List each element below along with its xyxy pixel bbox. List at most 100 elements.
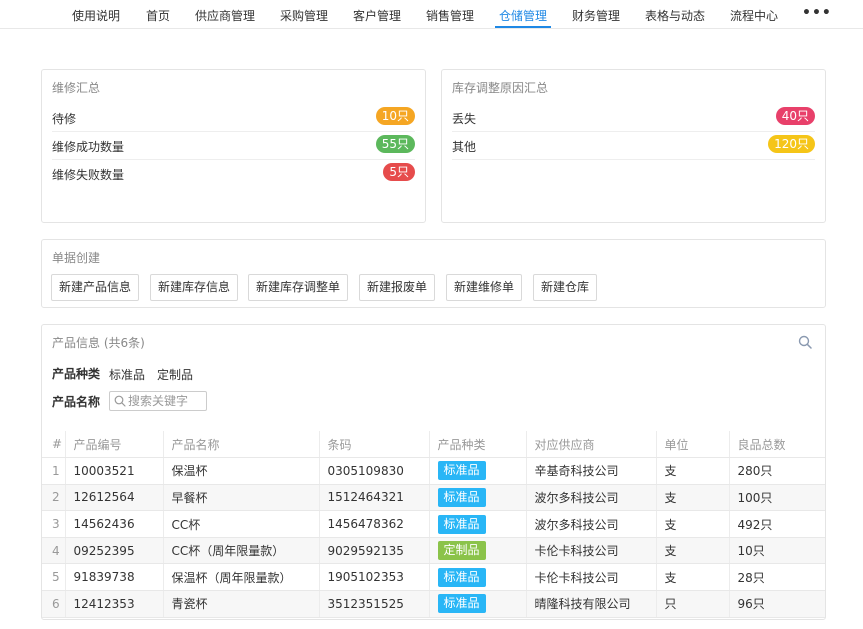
table-row[interactable]: 6 12412353 青瓷杯 3512351525 标准品 晴隆科技有限公司只 96只: [42, 590, 825, 618]
barcode-cell: 1905102353: [319, 563, 430, 592]
nav-item-finance[interactable]: 财务管理: [572, 7, 620, 24]
repair-count-badge: 5只: [383, 163, 415, 181]
repair-label: 维修成功数量: [52, 140, 125, 154]
nav-item-supplier[interactable]: 供应商管理: [195, 7, 255, 24]
nav-item-usage[interactable]: 使用说明: [72, 7, 120, 24]
table-row[interactable]: 3 14562436 CC杯 1456478362 标准品 波尔多科技公司支 492只: [42, 510, 825, 538]
repair-count-badge: 55只: [375, 135, 415, 153]
repair-label: 待修: [52, 112, 77, 126]
repair-summary-card: 维修汇总 待修 10只 维修成功数量 55只 维修失败数量 5只: [41, 69, 426, 223]
nav-item-warehouse[interactable]: 仓储管理: [499, 7, 547, 24]
barcode-cell: 0305109830: [319, 457, 430, 485]
nav-item-sales[interactable]: 销售管理: [426, 7, 474, 24]
product-name-cell: 保温杯（周年限量款）: [163, 563, 320, 592]
column-header-barcode[interactable]: 条码: [319, 431, 430, 459]
product-table: # 产品编号 产品名称 条码 产品种类 对应供应商 单位 良品总数 1 10003…: [42, 431, 825, 618]
repair-row-success: 维修成功数量 55只: [52, 132, 415, 160]
supplier-cell: 波尔多科技公司: [526, 484, 657, 512]
product-table-body: 1 10003521 保温杯 0305109830 标准品 辛基奇科技公司支 280只 2 12…: [42, 457, 825, 618]
product-code-cell: 09252395: [65, 537, 164, 565]
column-header-code[interactable]: 产品编号: [65, 431, 164, 459]
product-type-tag: 标准品: [437, 514, 486, 534]
product-name-cell: 保温杯: [163, 457, 320, 485]
unit-cell: 只: [656, 590, 730, 618]
adjust-label: 丢失: [452, 112, 477, 126]
new-inventory-button[interactable]: 新建库存信息: [150, 274, 239, 301]
document-create-card: 单据创建 新建产品信息 新建库存信息 新建库存调整单 新建报废单 新建维修单 新…: [41, 239, 826, 308]
nav-item-customer[interactable]: 客户管理: [353, 7, 401, 24]
adjust-label: 其他: [452, 140, 477, 154]
repair-row-pending: 待修 10只: [52, 104, 415, 132]
product-info-title: 产品信息 (共6条): [52, 336, 145, 350]
new-warehouse-button[interactable]: 新建仓库: [533, 274, 598, 301]
new-adjustment-button[interactable]: 新建库存调整单: [248, 274, 349, 301]
product-code-cell: 10003521: [65, 457, 164, 485]
adjust-summary-card: 库存调整原因汇总 丢失 40只 其他 120只: [441, 69, 826, 223]
table-row[interactable]: 5 91839738 保温杯（周年限量款） 1905102353 标准品 卡伦卡科技公司支…: [42, 563, 825, 592]
column-header-unit[interactable]: 单位: [656, 431, 730, 459]
barcode-cell: 3512351525: [319, 590, 430, 618]
table-row[interactable]: 1 10003521 保温杯 0305109830 标准品 辛基奇科技公司支 280只: [42, 457, 825, 485]
supplier-cell: 辛基奇科技公司: [526, 457, 657, 485]
column-header-name[interactable]: 产品名称: [163, 431, 320, 459]
document-create-title: 单据创建: [52, 251, 101, 265]
new-product-button[interactable]: 新建产品信息: [51, 274, 140, 301]
row-index-cell: 2: [42, 484, 66, 512]
new-repair-button[interactable]: 新建维修单: [446, 274, 523, 301]
product-name-filter-label: 产品名称: [52, 395, 101, 409]
repair-label: 维修失败数量: [52, 168, 125, 182]
row-index-cell: 1: [42, 457, 66, 485]
product-code-cell: 12412353: [65, 590, 164, 618]
good-total-cell: 280只: [729, 457, 825, 485]
filter-option-standard[interactable]: 标准品: [109, 366, 145, 383]
product-type-tag: 标准品: [437, 487, 486, 507]
product-type-cell: 标准品: [429, 510, 527, 538]
repair-row-failed: 维修失败数量 5只: [52, 160, 415, 188]
product-info-card: 产品信息 (共6条) 产品种类 标准品 定制品 产品名称 # 产品编号 产品名称…: [41, 324, 826, 620]
product-search-box[interactable]: [109, 391, 207, 411]
unit-cell: 支: [656, 537, 730, 565]
supplier-cell: 卡伦卡科技公司: [526, 537, 657, 565]
column-header-type[interactable]: 产品种类: [429, 431, 527, 459]
row-index-cell: 6: [42, 590, 66, 618]
product-type-tag: 标准品: [437, 461, 486, 481]
nav-item-purchase[interactable]: 采购管理: [280, 7, 328, 24]
barcode-cell: 1512464321: [319, 484, 430, 512]
supplier-cell: 波尔多科技公司: [526, 510, 657, 538]
unit-cell: 支: [656, 510, 730, 538]
product-type-filter-label: 产品种类: [52, 367, 101, 381]
product-name-cell: 早餐杯: [163, 484, 320, 512]
column-header-good-total[interactable]: 良品总数: [729, 431, 825, 459]
new-scrap-button[interactable]: 新建报废单: [359, 274, 436, 301]
table-row[interactable]: 4 09252395 CC杯（周年限量款） 9029592135 定制品 卡伦卡科技公司支…: [42, 537, 825, 565]
unit-cell: 支: [656, 563, 730, 592]
search-icon: [114, 395, 126, 407]
top-nav: 使用说明 首页 供应商管理 采购管理 客户管理 销售管理 仓储管理 财务管理 表…: [0, 0, 863, 29]
supplier-cell: 卡伦卡科技公司: [526, 563, 657, 592]
row-index-cell: 5: [42, 563, 66, 592]
product-type-cell: 标准品: [429, 457, 527, 485]
more-icon[interactable]: •••: [802, 5, 832, 21]
barcode-cell: 9029592135: [319, 537, 430, 565]
unit-cell: 支: [656, 484, 730, 512]
product-type-tag: 标准品: [437, 567, 486, 587]
nav-item-tables[interactable]: 表格与动态: [645, 7, 705, 24]
supplier-cell: 晴隆科技有限公司: [526, 590, 657, 618]
repair-summary-title: 维修汇总: [52, 81, 101, 95]
product-type-cell: 定制品: [429, 537, 527, 565]
good-total-cell: 96只: [729, 590, 825, 618]
filter-option-custom[interactable]: 定制品: [157, 366, 193, 383]
column-header-supplier[interactable]: 对应供应商: [526, 431, 657, 459]
unit-cell: 支: [656, 457, 730, 485]
adjust-count-badge: 40只: [775, 107, 815, 125]
repair-count-badge: 10只: [375, 107, 415, 125]
search-icon[interactable]: [798, 335, 812, 349]
product-name-cell: CC杯（周年限量款）: [163, 537, 320, 565]
adjust-row-other: 其他 120只: [452, 132, 815, 160]
nav-item-workflow[interactable]: 流程中心: [730, 7, 778, 24]
product-name-cell: CC杯: [163, 510, 320, 538]
product-search-input[interactable]: [128, 393, 204, 409]
row-index-cell: 4: [42, 537, 66, 565]
table-row[interactable]: 2 12612564 早餐杯 1512464321 标准品 波尔多科技公司支 100只: [42, 484, 825, 512]
nav-item-home[interactable]: 首页: [146, 7, 170, 24]
